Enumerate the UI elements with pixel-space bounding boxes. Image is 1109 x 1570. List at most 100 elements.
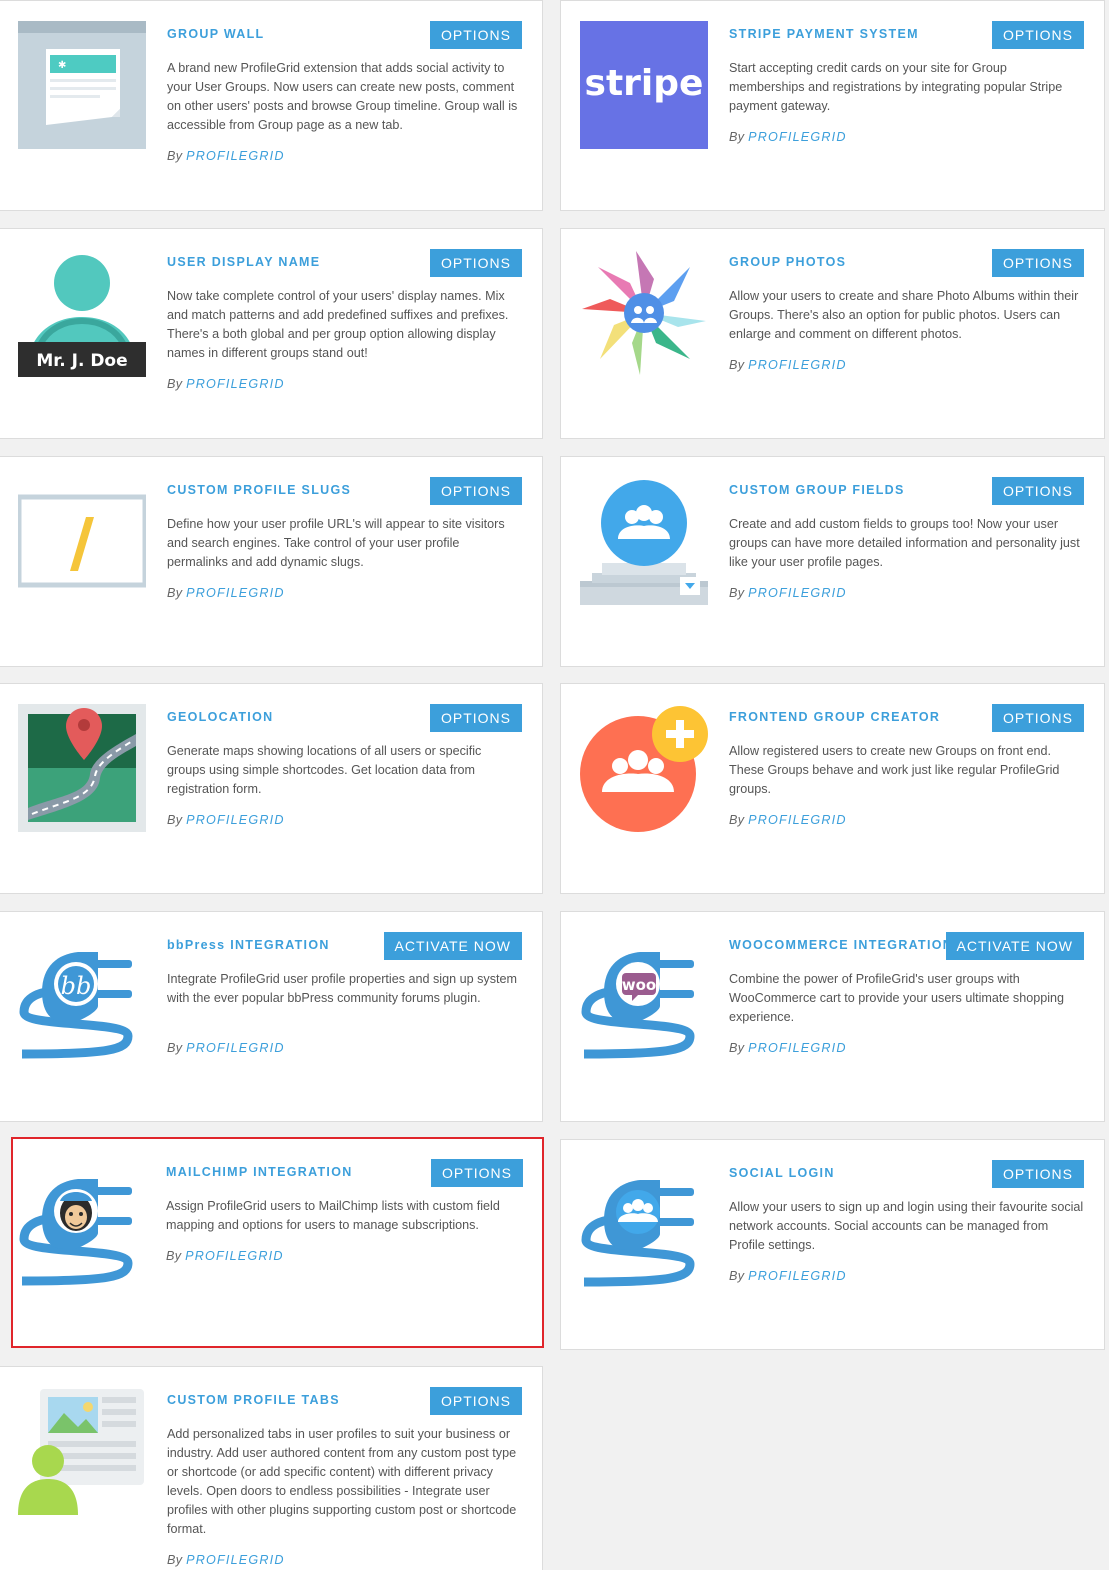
extension-card-woocommerce-integration: woo WOOCOMMERCE INTEGRATION ACTIVATE NOW…	[560, 911, 1105, 1122]
options-button[interactable]: OPTIONS	[429, 1387, 522, 1415]
by-label: By	[167, 586, 183, 600]
author-line: By PROFILEGRID	[167, 586, 285, 600]
author-line: By PROFILEGRID	[729, 813, 847, 827]
extension-card-custom-profile-slugs: CUSTOM PROFILE SLUGS OPTIONS Define how …	[0, 456, 543, 667]
options-button[interactable]: OPTIONS	[991, 21, 1084, 49]
extension-title: GROUP PHOTOS	[729, 255, 847, 269]
by-label: By	[167, 813, 183, 827]
by-label: By	[167, 1041, 183, 1055]
svg-text:stripe: stripe	[585, 63, 704, 104]
extension-description: Allow your users to create and share Pho…	[729, 289, 1079, 341]
extension-card-bbpress-integration: bb bbPress INTEGRATION ACTIVATE NOW Inte…	[0, 911, 543, 1122]
woocommerce-plug-icon: woo	[580, 932, 708, 1060]
author-link[interactable]: PROFILEGRID	[186, 813, 285, 827]
author-line: By PROFILEGRID	[729, 358, 847, 372]
group-creator-icon	[580, 704, 708, 832]
extension-card-group-wall: ✱ GROUP WALL OPTIONS A brand new Profile…	[0, 0, 543, 211]
by-label: By	[729, 358, 745, 372]
by-label: By	[729, 1269, 745, 1283]
options-button[interactable]: OPTIONS	[430, 1159, 523, 1187]
extension-description: Define how your user profile URL's will …	[167, 517, 505, 569]
profile-tabs-icon	[18, 1387, 146, 1515]
social-login-plug-icon	[580, 1160, 708, 1288]
author-line: By PROFILEGRID	[167, 1041, 285, 1055]
profile-slugs-icon	[18, 477, 146, 605]
extension-description: A brand new ProfileGrid extension that a…	[167, 61, 518, 132]
svg-text:bb: bb	[61, 972, 92, 1000]
extension-description: Create and add custom fields to groups t…	[729, 517, 1080, 569]
author-link[interactable]: PROFILEGRID	[186, 586, 285, 600]
options-button[interactable]: OPTIONS	[429, 249, 522, 277]
author-line: By PROFILEGRID	[729, 130, 847, 144]
by-label: By	[729, 813, 745, 827]
extension-title: CUSTOM GROUP FIELDS	[729, 483, 905, 497]
author-line: By PROFILEGRID	[167, 813, 285, 827]
extension-title: GEOLOCATION	[167, 710, 274, 724]
extension-card-mailchimp-integration: MAILCHIMP INTEGRATION OPTIONS Assign Pro…	[11, 1137, 544, 1348]
geolocation-map-icon	[18, 704, 146, 832]
by-label: By	[167, 149, 183, 163]
options-button[interactable]: OPTIONS	[991, 1160, 1084, 1188]
author-line: By PROFILEGRID	[729, 586, 847, 600]
extension-title: STRIPE PAYMENT SYSTEM	[729, 27, 919, 41]
group-photos-icon	[580, 249, 708, 377]
extension-title: WOOCOMMERCE INTEGRATION	[729, 938, 954, 952]
author-link[interactable]: PROFILEGRID	[186, 149, 285, 163]
extension-card-custom-group-fields: CUSTOM GROUP FIELDS OPTIONS Create and a…	[560, 456, 1105, 667]
by-label: By	[167, 1553, 183, 1567]
author-line: By PROFILEGRID	[167, 149, 285, 163]
svg-text:✱: ✱	[58, 60, 66, 71]
options-button[interactable]: OPTIONS	[429, 21, 522, 49]
user-display-name-icon: Mr. J. Doe	[18, 249, 146, 377]
extension-description: Assign ProfileGrid users to MailChimp li…	[166, 1199, 500, 1232]
bbpress-plug-icon: bb	[18, 932, 146, 1060]
extension-description: Combine the power of ProfileGrid's user …	[729, 972, 1065, 1024]
options-button[interactable]: OPTIONS	[991, 249, 1084, 277]
extension-card-stripe: stripe STRIPE PAYMENT SYSTEM OPTIONS Sta…	[560, 0, 1105, 211]
author-link[interactable]: PROFILEGRID	[748, 1041, 847, 1055]
group-wall-icon: ✱	[18, 21, 146, 149]
extension-description: Start accepting credit cards on your sit…	[729, 61, 1063, 113]
extension-card-social-login: SOCIAL LOGIN OPTIONS Allow your users to…	[560, 1139, 1105, 1350]
extension-title: MAILCHIMP INTEGRATION	[166, 1165, 353, 1179]
extension-title: bbPress INTEGRATION	[167, 938, 330, 952]
author-link[interactable]: PROFILEGRID	[185, 1249, 284, 1263]
extension-card-custom-profile-tabs: CUSTOM PROFILE TABS OPTIONS Add personal…	[0, 1366, 543, 1570]
extension-title: CUSTOM PROFILE SLUGS	[167, 483, 352, 497]
extension-title: FRONTEND GROUP CREATOR	[729, 710, 941, 724]
extension-title: GROUP WALL	[167, 27, 265, 41]
by-label: By	[167, 377, 183, 391]
author-link[interactable]: PROFILEGRID	[748, 1269, 847, 1283]
extension-card-geolocation: GEOLOCATION OPTIONS Generate maps showin…	[0, 683, 543, 894]
activate-now-button[interactable]: ACTIVATE NOW	[383, 932, 522, 960]
author-link[interactable]: PROFILEGRID	[186, 1553, 285, 1567]
author-link[interactable]: PROFILEGRID	[748, 358, 847, 372]
extension-description: Now take complete control of your users'…	[167, 289, 509, 360]
options-button[interactable]: OPTIONS	[429, 477, 522, 505]
by-label: By	[729, 1041, 745, 1055]
author-link[interactable]: PROFILEGRID	[748, 813, 847, 827]
options-button[interactable]: OPTIONS	[429, 704, 522, 732]
options-button[interactable]: OPTIONS	[991, 477, 1084, 505]
author-link[interactable]: PROFILEGRID	[748, 130, 847, 144]
extension-description: Allow your users to sign up and login us…	[729, 1200, 1084, 1252]
author-line: By PROFILEGRID	[729, 1041, 847, 1055]
by-label: By	[729, 586, 745, 600]
svg-text:woo: woo	[622, 976, 656, 994]
mailchimp-plug-icon	[18, 1159, 146, 1287]
author-line: By PROFILEGRID	[167, 377, 285, 391]
author-link[interactable]: PROFILEGRID	[748, 586, 847, 600]
author-link[interactable]: PROFILEGRID	[186, 377, 285, 391]
author-link[interactable]: PROFILEGRID	[186, 1041, 285, 1055]
by-label: By	[729, 130, 745, 144]
extension-description: Generate maps showing locations of all u…	[167, 744, 482, 796]
extension-card-user-display-name: Mr. J. Doe USER DISPLAY NAME OPTIONS Now…	[0, 228, 543, 439]
author-line: By PROFILEGRID	[166, 1249, 284, 1263]
author-line: By PROFILEGRID	[167, 1553, 285, 1567]
extension-title: USER DISPLAY NAME	[167, 255, 321, 269]
extension-title: SOCIAL LOGIN	[729, 1166, 835, 1180]
extension-title: CUSTOM PROFILE TABS	[167, 1393, 340, 1407]
options-button[interactable]: OPTIONS	[991, 704, 1084, 732]
group-fields-icon	[580, 477, 708, 605]
activate-now-button[interactable]: ACTIVATE NOW	[945, 932, 1084, 960]
